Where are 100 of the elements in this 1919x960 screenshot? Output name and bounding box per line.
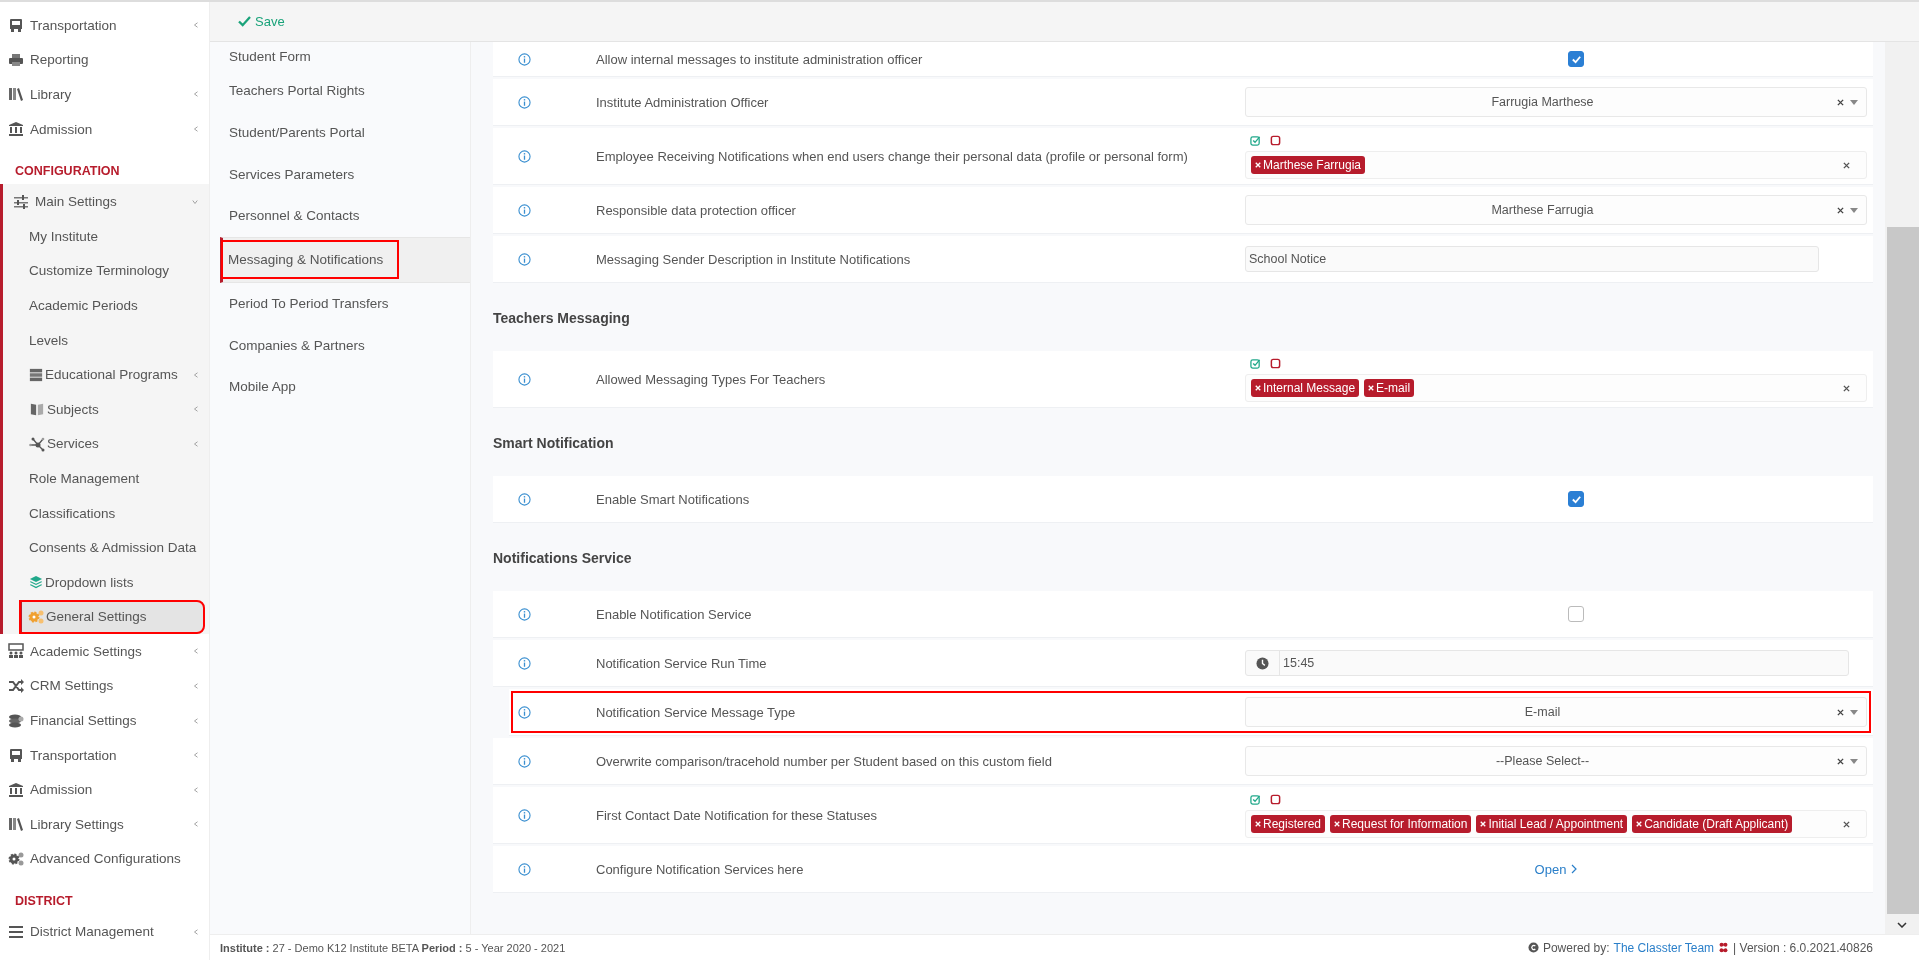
sidebar-subitem[interactable]: Customize Terminology xyxy=(3,253,209,289)
sidebar-item[interactable]: District Management xyxy=(0,914,209,949)
deselect-all-icon[interactable] xyxy=(1270,358,1281,369)
info-icon[interactable] xyxy=(518,492,531,506)
info-icon[interactable] xyxy=(518,705,531,719)
submenu-item[interactable]: Period To Period Transfers xyxy=(210,282,470,325)
multi-select-field[interactable]: Registered Request for Information Initial Lead / Appointment Candidate (Draft Applicant) xyxy=(1245,810,1867,838)
multi-select-field[interactable]: Marthese Farrugia xyxy=(1245,151,1867,179)
open-link[interactable]: Open xyxy=(1534,861,1578,877)
team-link[interactable]: The Classter Team xyxy=(1613,940,1715,955)
clear-icon[interactable] xyxy=(1843,820,1850,828)
remove-icon[interactable] xyxy=(1255,162,1261,168)
submenu-item[interactable]: Messaging & Notifications xyxy=(220,236,470,283)
select-all-icon[interactable] xyxy=(1250,135,1261,146)
sidebar-item[interactable]: Admission xyxy=(0,772,209,808)
section-heading: Teachers Messaging xyxy=(493,309,631,328)
remove-icon[interactable] xyxy=(1255,821,1261,827)
sidebar-item[interactable]: Library Settings xyxy=(0,807,209,842)
copyright-icon xyxy=(1527,942,1539,953)
info-icon[interactable] xyxy=(518,808,531,822)
tag-chip[interactable]: Registered xyxy=(1251,815,1326,833)
info-icon[interactable] xyxy=(518,754,531,768)
tag-chip[interactable]: E-mail xyxy=(1364,379,1415,397)
sidebar-subitem[interactable]: Role Management xyxy=(3,461,209,496)
checkbox[interactable] xyxy=(1568,51,1584,67)
info-icon[interactable] xyxy=(518,862,531,876)
sidebar-subitem[interactable]: Subjects xyxy=(3,391,209,427)
sidebar-subitem[interactable]: Levels xyxy=(3,322,209,358)
remove-icon[interactable] xyxy=(1368,385,1375,391)
remove-icon[interactable] xyxy=(1255,385,1261,391)
info-icon[interactable] xyxy=(518,95,531,109)
setting-label: Responsible data protection officer xyxy=(596,202,797,218)
shuffle-icon xyxy=(8,678,24,694)
tag-chip[interactable]: Initial Lead / Appointment xyxy=(1476,815,1628,833)
info-icon[interactable] xyxy=(518,52,531,66)
submenu-item[interactable]: Companies & Partners xyxy=(210,324,470,367)
setting-label: Messaging Sender Description in Institute Notifications xyxy=(596,251,912,267)
tag-chip[interactable]: Request for Information xyxy=(1330,815,1472,833)
select-field[interactable]: --Please Select-- xyxy=(1245,746,1867,776)
clear-icon[interactable] xyxy=(1837,757,1844,765)
sidebar-item[interactable]: Transportation xyxy=(0,737,209,773)
printer-icon xyxy=(8,51,24,68)
tag-chip[interactable]: Candidate (Draft Applicant) xyxy=(1632,815,1793,833)
submenu-item[interactable]: Student/Parents Portal xyxy=(210,111,470,154)
sidebar-item[interactable]: Advanced Configurations xyxy=(0,841,209,877)
sidebar-item[interactable]: Financial Settings xyxy=(0,703,209,738)
setting-label: Enable Smart Notifications xyxy=(596,491,751,507)
checkbox[interactable] xyxy=(1568,606,1584,622)
sidebar-item[interactable]: Admission xyxy=(0,111,209,147)
scrollbar[interactable] xyxy=(1885,42,1919,934)
tag-chip[interactable]: Marthese Farrugia xyxy=(1251,156,1366,174)
checkbox[interactable] xyxy=(1568,491,1584,507)
text-field[interactable]: School Notice xyxy=(1245,246,1819,272)
sidebar-item[interactable]: CRM Settings xyxy=(0,668,209,704)
clear-icon[interactable] xyxy=(1843,384,1850,392)
multi-select-field[interactable]: Internal Message E-mail xyxy=(1245,374,1867,402)
gears-icon xyxy=(28,608,44,625)
sidebar-subitem[interactable]: Classifications xyxy=(3,495,209,531)
clear-icon[interactable] xyxy=(1843,161,1850,169)
tag-chip[interactable]: Internal Message xyxy=(1251,379,1360,397)
remove-icon[interactable] xyxy=(1636,821,1643,827)
clear-icon[interactable] xyxy=(1837,708,1844,716)
sidebar-item[interactable]: Transportation xyxy=(0,8,209,43)
submenu-item[interactable]: Mobile App xyxy=(210,366,470,408)
remove-icon[interactable] xyxy=(1334,821,1341,827)
sidebar-subitem[interactable]: Educational Programs xyxy=(3,357,209,392)
info-icon[interactable] xyxy=(518,607,531,621)
sidebar-subitem[interactable]: Dropdown lists xyxy=(3,564,209,600)
info-icon[interactable] xyxy=(518,149,531,163)
select-all-icon[interactable] xyxy=(1250,794,1261,805)
sidebar-item[interactable]: Academic Settings xyxy=(0,634,209,669)
deselect-all-icon[interactable] xyxy=(1270,135,1281,146)
info-icon[interactable] xyxy=(518,372,531,386)
sidebar-item[interactable]: Library xyxy=(0,77,209,112)
people-icon xyxy=(8,643,24,660)
sidebar-subitem[interactable]: Consents & Admission Data xyxy=(3,530,209,565)
submenu-item[interactable]: Personnel & Contacts xyxy=(210,195,470,237)
select-field[interactable]: E-mail xyxy=(1245,697,1867,727)
clear-icon[interactable] xyxy=(1837,206,1844,214)
sidebar-item[interactable]: Reporting xyxy=(0,42,209,78)
select-field[interactable]: Farrugia Marthese xyxy=(1245,87,1867,117)
sidebar-item[interactable]: Main Settings xyxy=(3,184,209,219)
info-icon[interactable] xyxy=(518,203,531,217)
sidebar-subitem[interactable]: General Settings xyxy=(19,599,205,635)
submenu-item[interactable]: Services Parameters xyxy=(210,153,470,196)
select-all-icon[interactable] xyxy=(1250,358,1261,369)
sidebar-heading: CONFIGURATION xyxy=(14,163,121,181)
sidebar-subitem[interactable]: Academic Periods xyxy=(3,288,209,323)
deselect-all-icon[interactable] xyxy=(1270,794,1281,805)
submenu-item[interactable]: Student Form xyxy=(210,42,470,70)
sidebar-subitem[interactable]: My Institute xyxy=(3,218,209,254)
time-field[interactable]: 15:45 xyxy=(1245,650,1849,676)
clear-icon[interactable] xyxy=(1837,98,1844,106)
setting-label: Employee Receiving Notifications when end users change their personal data (profile or personal form) xyxy=(596,148,1189,164)
remove-icon[interactable] xyxy=(1480,821,1487,827)
submenu-item[interactable]: Teachers Portal Rights xyxy=(210,70,470,112)
sidebar-subitem[interactable]: Services xyxy=(3,426,209,462)
info-icon[interactable] xyxy=(518,252,531,266)
select-field[interactable]: Marthese Farrugia xyxy=(1245,195,1867,225)
info-icon[interactable] xyxy=(518,656,531,670)
